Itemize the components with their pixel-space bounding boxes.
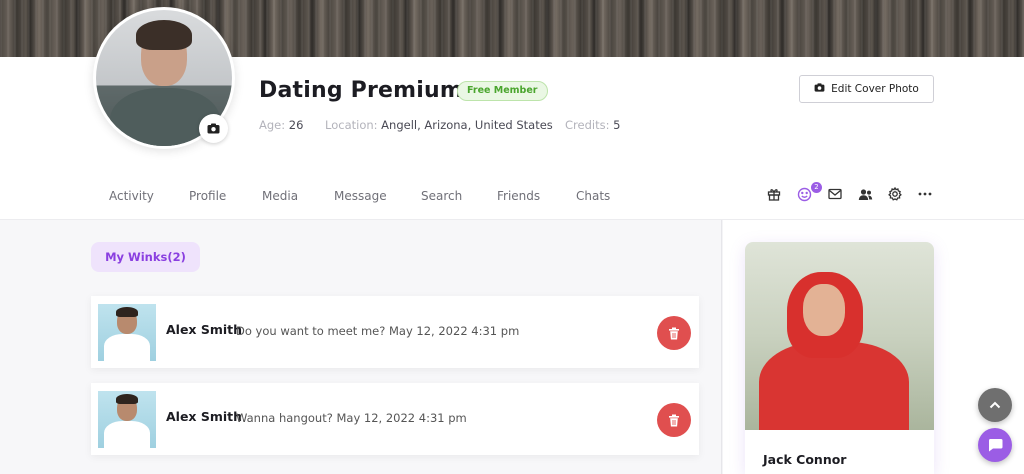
mail-icon[interactable] [826, 185, 844, 203]
wink-sender-name[interactable]: Alex Smith [166, 409, 242, 424]
membership-badge: Free Member [457, 81, 548, 101]
more-icon[interactable] [916, 185, 934, 203]
gear-icon[interactable] [886, 185, 904, 203]
wink-sender-name[interactable]: Alex Smith [166, 322, 242, 337]
member-name[interactable]: Jack Connor [763, 452, 846, 467]
age-value: 26 [288, 118, 304, 132]
chat-button[interactable] [978, 428, 1012, 462]
scroll-to-top-button[interactable] [978, 388, 1012, 422]
wink-message: Wanna hangout? May 12, 2022 4:31 pm [236, 411, 467, 425]
credits-value: 5 [613, 118, 621, 132]
trash-icon [669, 414, 679, 426]
chevron-up-icon [989, 401, 1001, 409]
change-avatar-camera-icon[interactable] [199, 114, 228, 143]
tab-message[interactable]: Message [334, 189, 387, 203]
gift-icon[interactable] [765, 185, 783, 203]
chat-bubble-icon [988, 439, 1002, 452]
location-field: Location: Angell, Arizona, United States [325, 118, 553, 132]
users-icon[interactable] [856, 185, 874, 203]
delete-wink-button[interactable] [657, 316, 691, 350]
wink-item: Alex Smith Do you want to meet me? May 1… [91, 296, 699, 368]
trash-icon [669, 327, 679, 339]
wink-message: Do you want to meet me? May 12, 2022 4:3… [236, 324, 520, 338]
my-winks-tab[interactable]: My Winks(2) [91, 242, 200, 272]
tab-search[interactable]: Search [421, 189, 462, 203]
age-field: Age: 26 [259, 118, 303, 132]
wink-item: Alex Smith Wanna hangout? May 12, 2022 4… [91, 383, 699, 455]
age-label: Age: [259, 118, 286, 132]
delete-wink-button[interactable] [657, 403, 691, 437]
member-photo[interactable] [745, 242, 934, 430]
location-value: Angell, Arizona, United States [381, 118, 553, 132]
tab-chats[interactable]: Chats [576, 189, 610, 203]
tab-friends[interactable]: Friends [497, 189, 540, 203]
credits-field: Credits: 5 [565, 118, 620, 132]
tab-media[interactable]: Media [262, 189, 298, 203]
credits-label: Credits: [565, 118, 610, 132]
edit-cover-photo-button[interactable]: Edit Cover Photo [799, 75, 934, 103]
tab-profile[interactable]: Profile [189, 189, 226, 203]
location-label: Location: [325, 118, 378, 132]
notification-count-badge: 2 [811, 182, 822, 193]
tab-activity[interactable]: Activity [109, 189, 154, 203]
member-card[interactable]: Jack Connor [745, 242, 934, 474]
profile-name: Dating Premium [259, 78, 463, 103]
wink-sender-photo[interactable] [98, 391, 156, 448]
wink-sender-photo[interactable] [98, 304, 156, 361]
edit-cover-photo-label: Edit Cover Photo [831, 83, 919, 95]
camera-icon [814, 83, 825, 95]
